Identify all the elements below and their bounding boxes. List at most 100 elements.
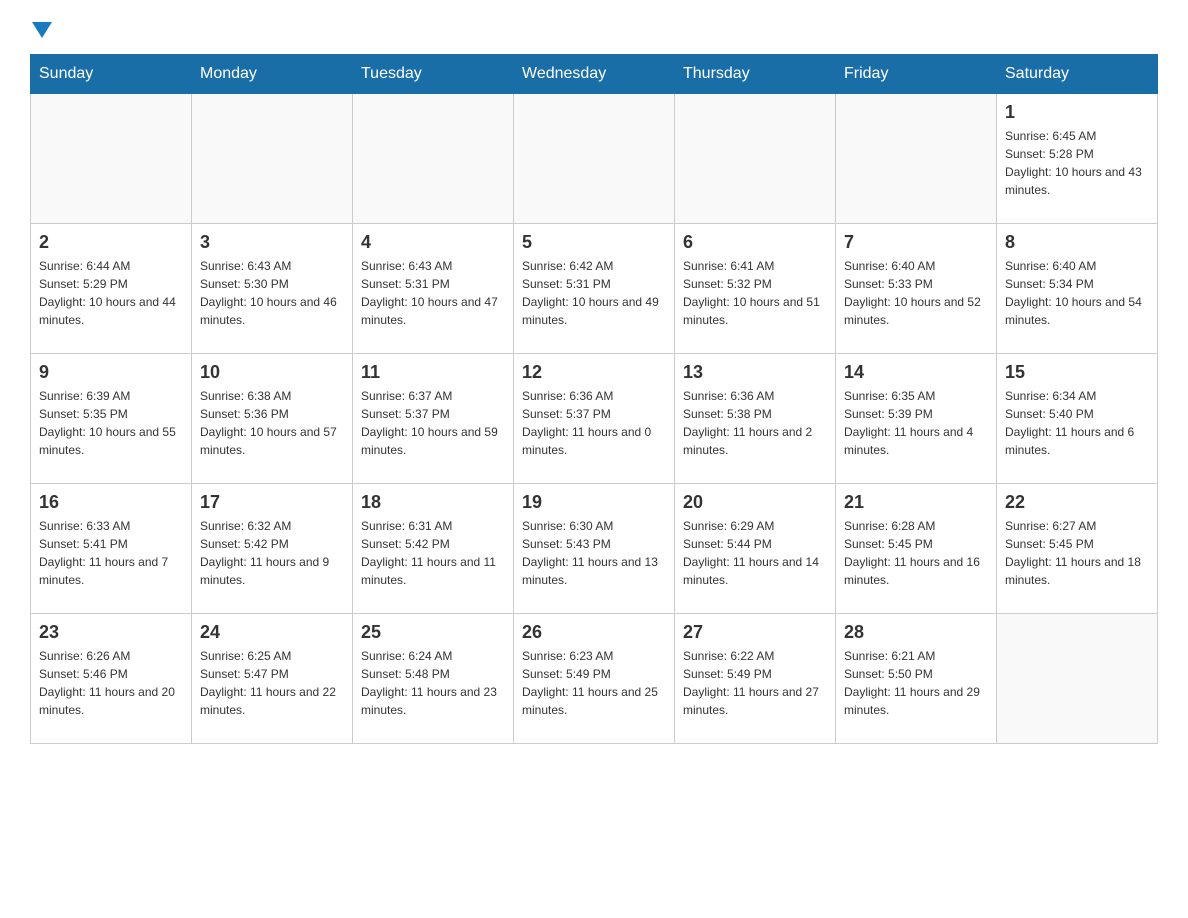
calendar-cell: 3 Sunrise: 6:43 AMSunset: 5:30 PMDaylight…	[192, 224, 353, 354]
day-number: 23	[39, 622, 183, 643]
day-number: 3	[200, 232, 344, 253]
calendar-cell: 26Sunrise: 6:23 AMSunset: 5:49 PMDayligh…	[514, 614, 675, 744]
day-number: 27	[683, 622, 827, 643]
day-info: Sunrise: 6:36 AMSunset: 5:37 PMDaylight:…	[522, 387, 666, 459]
day-info: Sunrise: 6:27 AMSunset: 5:45 PMDaylight:…	[1005, 517, 1149, 589]
day-number: 19	[522, 492, 666, 513]
calendar-cell: 22 Sunrise: 6:27 AMSunset: 5:45 PMDayligh…	[997, 484, 1158, 614]
day-info: Sunrise: 6:44 AMSunset: 5:29 PMDaylight:…	[39, 257, 183, 329]
logo-triangle-icon	[32, 22, 52, 38]
day-info: Sunrise: 6:22 AMSunset: 5:49 PMDaylight:…	[683, 647, 827, 719]
day-number: 25	[361, 622, 505, 643]
day-number: 16	[39, 492, 183, 513]
calendar-cell: 6 Sunrise: 6:41 AMSunset: 5:32 PMDaylight…	[675, 224, 836, 354]
day-number: 5	[522, 232, 666, 253]
calendar-week-row: 1 Sunrise: 6:45 AMSunset: 5:28 PMDaylight…	[31, 94, 1158, 224]
day-info: Sunrise: 6:35 AMSunset: 5:39 PMDaylight:…	[844, 387, 988, 459]
day-info: Sunrise: 6:38 AMSunset: 5:36 PMDaylight:…	[200, 387, 344, 459]
calendar-cell: 2 Sunrise: 6:44 AMSunset: 5:29 PMDaylight…	[31, 224, 192, 354]
calendar-cell: 25 Sunrise: 6:24 AMSunset: 5:48 PMDayligh…	[353, 614, 514, 744]
calendar-cell: 27 Sunrise: 6:22 AMSunset: 5:49 PMDayligh…	[675, 614, 836, 744]
weekday-header-sunday: Sunday	[31, 55, 192, 94]
day-number: 14	[844, 362, 988, 383]
weekday-header-tuesday: Tuesday	[353, 55, 514, 94]
calendar-cell: 21 Sunrise: 6:28 AMSunset: 5:45 PMDayligh…	[836, 484, 997, 614]
calendar-cell: 4 Sunrise: 6:43 AMSunset: 5:31 PMDaylight…	[353, 224, 514, 354]
day-info: Sunrise: 6:43 AMSunset: 5:31 PMDaylight:…	[361, 257, 505, 329]
calendar-cell: 17 Sunrise: 6:32 AMSunset: 5:42 PMDayligh…	[192, 484, 353, 614]
calendar-week-row: 9Sunrise: 6:39 AMSunset: 5:35 PMDaylight…	[31, 354, 1158, 484]
day-number: 12	[522, 362, 666, 383]
calendar-cell: 23 Sunrise: 6:26 AMSunset: 5:46 PMDayligh…	[31, 614, 192, 744]
day-number: 11	[361, 362, 505, 383]
day-number: 15	[1005, 362, 1149, 383]
calendar-cell: 18 Sunrise: 6:31 AMSunset: 5:42 PMDayligh…	[353, 484, 514, 614]
calendar-cell: 8 Sunrise: 6:40 AMSunset: 5:34 PMDaylight…	[997, 224, 1158, 354]
day-info: Sunrise: 6:24 AMSunset: 5:48 PMDaylight:…	[361, 647, 505, 719]
calendar-cell	[997, 614, 1158, 744]
page-header	[30, 20, 1158, 34]
day-info: Sunrise: 6:42 AMSunset: 5:31 PMDaylight:…	[522, 257, 666, 329]
day-info: Sunrise: 6:39 AMSunset: 5:35 PMDaylight:…	[39, 387, 183, 459]
day-number: 18	[361, 492, 505, 513]
day-number: 17	[200, 492, 344, 513]
calendar-cell: 28 Sunrise: 6:21 AMSunset: 5:50 PMDayligh…	[836, 614, 997, 744]
day-info: Sunrise: 6:45 AMSunset: 5:28 PMDaylight:…	[1005, 127, 1149, 199]
calendar-week-row: 16Sunrise: 6:33 AMSunset: 5:41 PMDayligh…	[31, 484, 1158, 614]
day-number: 21	[844, 492, 988, 513]
day-number: 4	[361, 232, 505, 253]
day-number: 8	[1005, 232, 1149, 253]
day-number: 22	[1005, 492, 1149, 513]
calendar-cell	[675, 94, 836, 224]
day-number: 26	[522, 622, 666, 643]
calendar-cell: 19 Sunrise: 6:30 AMSunset: 5:43 PMDayligh…	[514, 484, 675, 614]
day-number: 2	[39, 232, 183, 253]
day-info: Sunrise: 6:41 AMSunset: 5:32 PMDaylight:…	[683, 257, 827, 329]
day-info: Sunrise: 6:36 AMSunset: 5:38 PMDaylight:…	[683, 387, 827, 459]
calendar-week-row: 23 Sunrise: 6:26 AMSunset: 5:46 PMDayligh…	[31, 614, 1158, 744]
calendar-cell: 20 Sunrise: 6:29 AMSunset: 5:44 PMDayligh…	[675, 484, 836, 614]
day-info: Sunrise: 6:43 AMSunset: 5:30 PMDaylight:…	[200, 257, 344, 329]
day-info: Sunrise: 6:32 AMSunset: 5:42 PMDaylight:…	[200, 517, 344, 589]
day-info: Sunrise: 6:21 AMSunset: 5:50 PMDaylight:…	[844, 647, 988, 719]
day-number: 24	[200, 622, 344, 643]
calendar-cell: 9Sunrise: 6:39 AMSunset: 5:35 PMDaylight…	[31, 354, 192, 484]
calendar-cell: 5 Sunrise: 6:42 AMSunset: 5:31 PMDaylight…	[514, 224, 675, 354]
weekday-header-monday: Monday	[192, 55, 353, 94]
calendar-cell: 15 Sunrise: 6:34 AMSunset: 5:40 PMDayligh…	[997, 354, 1158, 484]
day-number: 28	[844, 622, 988, 643]
calendar-cell: 7 Sunrise: 6:40 AMSunset: 5:33 PMDaylight…	[836, 224, 997, 354]
calendar-cell: 14 Sunrise: 6:35 AMSunset: 5:39 PMDayligh…	[836, 354, 997, 484]
weekday-header-wednesday: Wednesday	[514, 55, 675, 94]
day-info: Sunrise: 6:30 AMSunset: 5:43 PMDaylight:…	[522, 517, 666, 589]
day-number: 20	[683, 492, 827, 513]
calendar-cell	[353, 94, 514, 224]
day-info: Sunrise: 6:34 AMSunset: 5:40 PMDaylight:…	[1005, 387, 1149, 459]
weekday-header-friday: Friday	[836, 55, 997, 94]
day-number: 13	[683, 362, 827, 383]
day-info: Sunrise: 6:31 AMSunset: 5:42 PMDaylight:…	[361, 517, 505, 589]
calendar-cell: 10 Sunrise: 6:38 AMSunset: 5:36 PMDayligh…	[192, 354, 353, 484]
logo	[30, 20, 52, 34]
day-info: Sunrise: 6:26 AMSunset: 5:46 PMDaylight:…	[39, 647, 183, 719]
day-info: Sunrise: 6:40 AMSunset: 5:34 PMDaylight:…	[1005, 257, 1149, 329]
calendar-cell	[31, 94, 192, 224]
day-info: Sunrise: 6:37 AMSunset: 5:37 PMDaylight:…	[361, 387, 505, 459]
day-info: Sunrise: 6:25 AMSunset: 5:47 PMDaylight:…	[200, 647, 344, 719]
day-info: Sunrise: 6:28 AMSunset: 5:45 PMDaylight:…	[844, 517, 988, 589]
calendar-cell: 12 Sunrise: 6:36 AMSunset: 5:37 PMDayligh…	[514, 354, 675, 484]
calendar-cell: 13 Sunrise: 6:36 AMSunset: 5:38 PMDayligh…	[675, 354, 836, 484]
day-number: 7	[844, 232, 988, 253]
day-info: Sunrise: 6:29 AMSunset: 5:44 PMDaylight:…	[683, 517, 827, 589]
calendar-cell: 11 Sunrise: 6:37 AMSunset: 5:37 PMDayligh…	[353, 354, 514, 484]
calendar-week-row: 2 Sunrise: 6:44 AMSunset: 5:29 PMDaylight…	[31, 224, 1158, 354]
weekday-header-thursday: Thursday	[675, 55, 836, 94]
day-number: 10	[200, 362, 344, 383]
day-info: Sunrise: 6:40 AMSunset: 5:33 PMDaylight:…	[844, 257, 988, 329]
weekday-header-saturday: Saturday	[997, 55, 1158, 94]
day-number: 6	[683, 232, 827, 253]
calendar-cell	[514, 94, 675, 224]
calendar-cell: 1 Sunrise: 6:45 AMSunset: 5:28 PMDaylight…	[997, 94, 1158, 224]
day-number: 1	[1005, 102, 1149, 123]
calendar-cell	[192, 94, 353, 224]
